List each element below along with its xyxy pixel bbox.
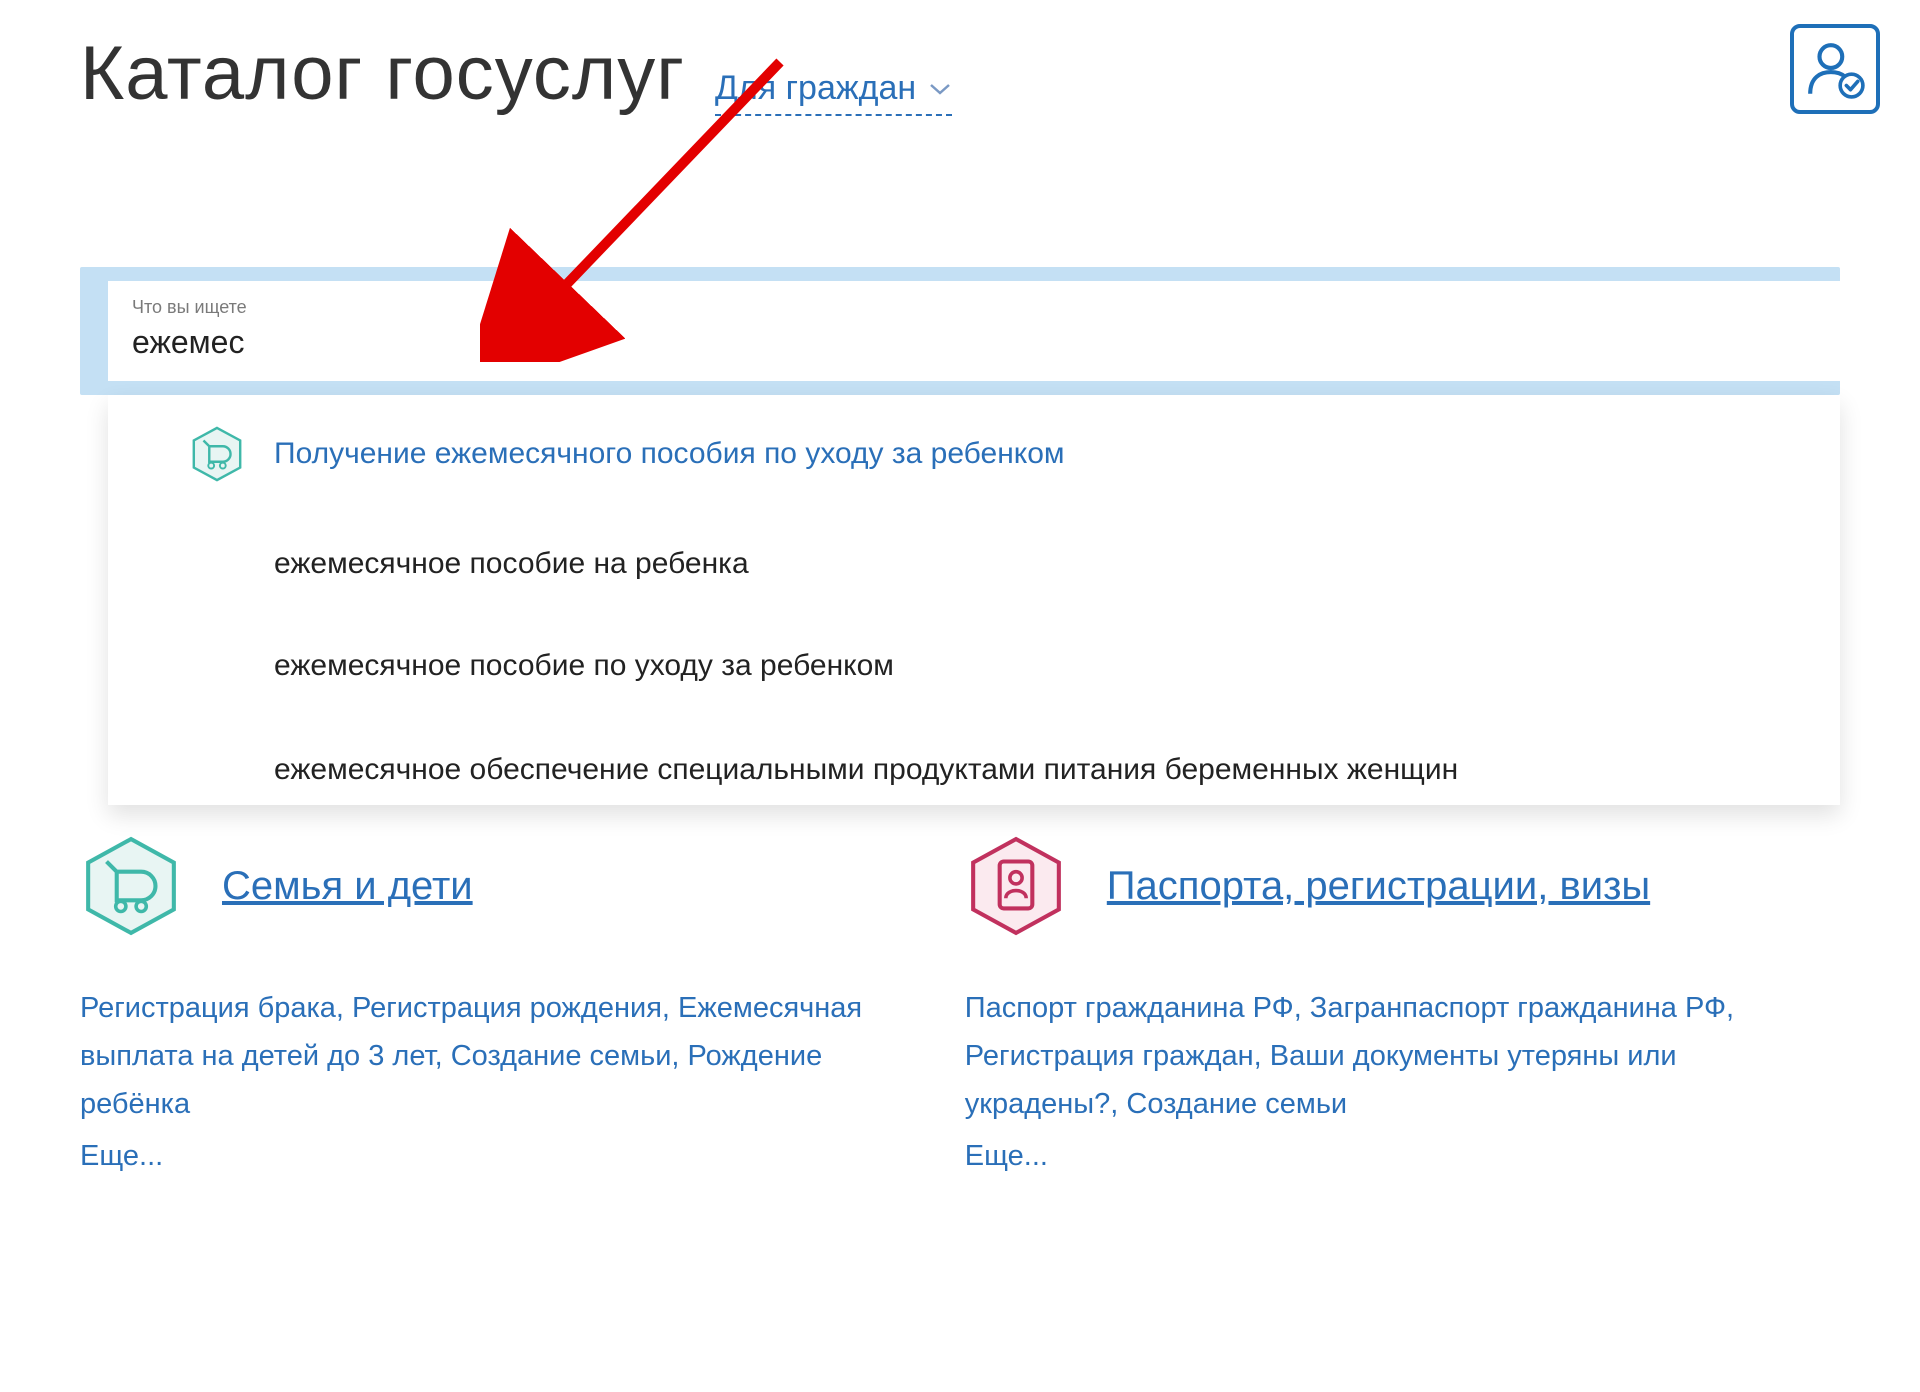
- category-links-text[interactable]: Паспорт гражданина РФ, Загранпаспорт гра…: [965, 992, 1734, 1120]
- suggestion-item[interactable]: ежемесячное обеспечение специальными про…: [108, 717, 1840, 805]
- user-verified-icon: [1804, 38, 1866, 100]
- passport-icon: [965, 835, 1067, 937]
- category-links[interactable]: Паспорт гражданина РФ, Загранпаспорт гра…: [965, 985, 1810, 1180]
- profile-button[interactable]: [1790, 24, 1880, 114]
- search-suggestions: Получение ежемесячного пособия по уходу …: [108, 395, 1840, 805]
- audience-dropdown-label: Для граждан: [715, 69, 916, 108]
- category-links-text[interactable]: Регистрация брака, Регистрация рождения,…: [80, 992, 862, 1120]
- search-container: Что вы ищете: [80, 267, 1840, 395]
- search-area: Что вы ищете Получение ежемесячного посо…: [80, 267, 1840, 395]
- suggestion-primary[interactable]: Получение ежемесячного пособия по уходу …: [108, 395, 1840, 513]
- chevron-down-icon: [928, 82, 952, 96]
- category-more-link[interactable]: Еще...: [80, 1133, 925, 1181]
- suggestion-item[interactable]: ежемесячное пособие на ребенка: [108, 513, 1840, 615]
- page-header: Каталог госуслуг Для граждан: [80, 30, 1840, 117]
- baby-carriage-icon: [80, 835, 182, 937]
- category-title-link[interactable]: Паспорта, регистрации, визы: [1107, 861, 1650, 911]
- suggestion-item[interactable]: ежемесячное пособие по уходу за ребенком: [108, 615, 1840, 717]
- baby-carriage-icon: [188, 425, 246, 483]
- search-input[interactable]: [132, 324, 1816, 361]
- category-passports: Паспорта, регистрации, визы Паспорт граж…: [965, 835, 1810, 1180]
- audience-dropdown[interactable]: Для граждан: [715, 69, 952, 116]
- category-title-link[interactable]: Семья и дети: [222, 861, 473, 911]
- category-more-link[interactable]: Еще...: [965, 1133, 1810, 1181]
- suggestion-primary-link[interactable]: Получение ежемесячного пособия по уходу …: [274, 437, 1065, 471]
- category-family: Семья и дети Регистрация брака, Регистра…: [80, 835, 925, 1180]
- search-box[interactable]: Что вы ищете: [108, 281, 1840, 381]
- page-title: Каталог госуслуг: [80, 30, 685, 117]
- categories: Семья и дети Регистрация брака, Регистра…: [80, 835, 1840, 1180]
- search-label: Что вы ищете: [132, 297, 1816, 318]
- category-links[interactable]: Регистрация брака, Регистрация рождения,…: [80, 985, 925, 1180]
